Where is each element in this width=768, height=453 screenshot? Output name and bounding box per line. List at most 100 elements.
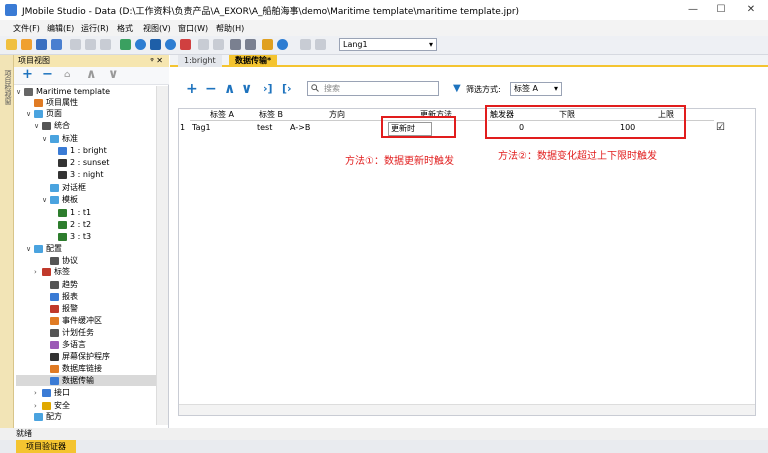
tree-item[interactable]: 计划任务	[16, 327, 156, 338]
tree-item[interactable]: 1 : t1	[16, 207, 156, 218]
tree-item[interactable]: 事件缓冲区	[16, 315, 156, 326]
chevron-down-icon[interactable]: ∨	[26, 244, 34, 255]
chevron-down-icon[interactable]: ∨	[26, 109, 34, 120]
simulate-icon[interactable]	[165, 39, 176, 50]
header-tag-a[interactable]: 标签 A	[190, 109, 254, 121]
stop-icon[interactable]	[180, 39, 191, 50]
filter-select[interactable]: 标签 A ▾	[510, 82, 562, 96]
move-up-icon[interactable]: ∧	[224, 79, 235, 99]
tree-item[interactable]: 报警	[16, 303, 156, 314]
menu-file[interactable]: 文件(F)	[13, 23, 40, 34]
move-down-icon[interactable]: ∨	[241, 79, 252, 99]
tree-item[interactable]: ∨ 统合	[16, 120, 156, 131]
undo-icon[interactable]	[198, 39, 209, 50]
project-validator-tab[interactable]: 项目验证器	[16, 440, 76, 453]
align-icon[interactable]	[230, 39, 241, 50]
tree-item[interactable]: 配方	[16, 411, 156, 422]
save-icon[interactable]	[36, 39, 47, 50]
menu-run[interactable]: 运行(R)	[81, 23, 109, 34]
chevron-right-icon[interactable]: ›	[34, 267, 42, 278]
download-icon[interactable]	[150, 39, 161, 50]
zoom-out-icon[interactable]	[315, 39, 326, 50]
cell-tag-a[interactable]: Tag1	[192, 122, 211, 134]
tree-item[interactable]: › 安全	[16, 400, 156, 411]
tree-item[interactable]: ∨ 标准	[16, 133, 156, 144]
tree-item[interactable]: ∨ 页面	[16, 108, 156, 119]
copy-icon[interactable]	[85, 39, 96, 50]
tree-item[interactable]: 数据传输	[16, 375, 156, 386]
grid-icon[interactable]	[245, 39, 256, 50]
add-icon[interactable]: +	[22, 68, 33, 82]
tree-item[interactable]: 项目属性	[16, 97, 156, 108]
menu-view[interactable]: 视图(V)	[143, 23, 171, 34]
grid-horizontal-scrollbar[interactable]	[179, 404, 755, 415]
tree-item[interactable]: 协议	[16, 255, 156, 266]
tree-item[interactable]: 对话框	[16, 182, 156, 193]
tree-item[interactable]: ∨ Maritime template	[16, 86, 156, 97]
run-icon[interactable]	[135, 39, 146, 50]
tree-scrollbar[interactable]	[156, 86, 168, 425]
tree-item[interactable]: 数据库链接	[16, 363, 156, 374]
tree-item[interactable]: 趋势	[16, 279, 156, 290]
menu-help[interactable]: 帮助(H)	[216, 23, 244, 34]
tree-item[interactable]: 多语言	[16, 339, 156, 350]
project-inspector-tab[interactable]: 项目检视窗	[1, 70, 13, 105]
tab-bright[interactable]: 1:bright	[178, 55, 222, 67]
move-up-icon[interactable]: ∧	[86, 68, 97, 82]
cell-direction[interactable]: A->B	[290, 122, 310, 134]
save-all-icon[interactable]	[51, 39, 62, 50]
page-icon	[42, 121, 51, 130]
tree-item[interactable]: 屏幕保护程序	[16, 351, 156, 362]
panel-pin-close[interactable]: ᵠ ✕	[150, 55, 163, 67]
chevron-right-icon[interactable]: ›	[34, 388, 42, 399]
tree-item[interactable]: › 标签	[16, 266, 156, 277]
widget-icon[interactable]	[262, 39, 273, 50]
tree-item[interactable]: 3 : t3	[16, 231, 156, 242]
menu-window[interactable]: 窗口(W)	[178, 23, 208, 34]
row-number: 1	[180, 123, 186, 132]
minimize-button[interactable]: —	[678, 0, 708, 20]
expand-icon[interactable]: [›	[282, 79, 292, 99]
header-tag-b[interactable]: 标签 B	[254, 109, 288, 121]
tree-item-label: 1 : bright	[70, 146, 107, 155]
tree-item[interactable]: ∨ 模板	[16, 194, 156, 205]
menu-edit[interactable]: 编辑(E)	[47, 23, 74, 34]
header-direction[interactable]: 方向	[288, 109, 386, 121]
remove-row-icon[interactable]: −	[205, 79, 217, 99]
menu-format[interactable]: 格式	[117, 23, 133, 34]
add-row-icon[interactable]: +	[186, 79, 198, 99]
tree-item[interactable]: 1 : bright	[16, 145, 156, 156]
collapse-icon[interactable]: ›]	[263, 79, 273, 99]
zoom-in-icon[interactable]	[300, 39, 311, 50]
maximize-button[interactable]: ☐	[706, 0, 736, 20]
move-down-icon[interactable]: ∨	[108, 68, 119, 82]
enable-checkbox[interactable]: ☑	[716, 122, 725, 134]
search-input[interactable]: 搜索	[307, 81, 439, 96]
chevron-down-icon[interactable]: ∨	[42, 195, 50, 206]
build-icon[interactable]	[120, 39, 131, 50]
tree-item[interactable]: › 接口	[16, 387, 156, 398]
redo-icon[interactable]	[213, 39, 224, 50]
paste-icon[interactable]	[100, 39, 111, 50]
open-folder-icon[interactable]	[21, 39, 32, 50]
language-select[interactable]: Lang1 ▾	[339, 38, 437, 51]
tree-item-label: 对话框	[62, 183, 86, 192]
tree-item[interactable]: 2 : sunset	[16, 157, 156, 168]
chevron-down-icon[interactable]: ∨	[34, 121, 42, 132]
tab-data-transfer[interactable]: 数据传输*	[229, 55, 278, 67]
folder-icon	[34, 109, 43, 118]
help-icon[interactable]	[277, 39, 288, 50]
document-icon	[24, 87, 33, 96]
remove-icon[interactable]: −	[42, 68, 53, 82]
tree-item[interactable]: ∨ 配置	[16, 243, 156, 254]
tree-item[interactable]: 报表	[16, 291, 156, 302]
cell-tag-b[interactable]: test	[257, 122, 272, 134]
tree-item[interactable]: 3 : night	[16, 169, 156, 180]
home-icon[interactable]: ⌂	[64, 68, 70, 82]
new-file-icon[interactable]	[6, 39, 17, 50]
tree-item-label: 统合	[54, 121, 70, 130]
close-button[interactable]: ✕	[736, 0, 766, 20]
cut-icon[interactable]	[70, 39, 81, 50]
tree-item[interactable]: 2 : t2	[16, 219, 156, 230]
chevron-down-icon[interactable]: ∨	[42, 134, 50, 145]
